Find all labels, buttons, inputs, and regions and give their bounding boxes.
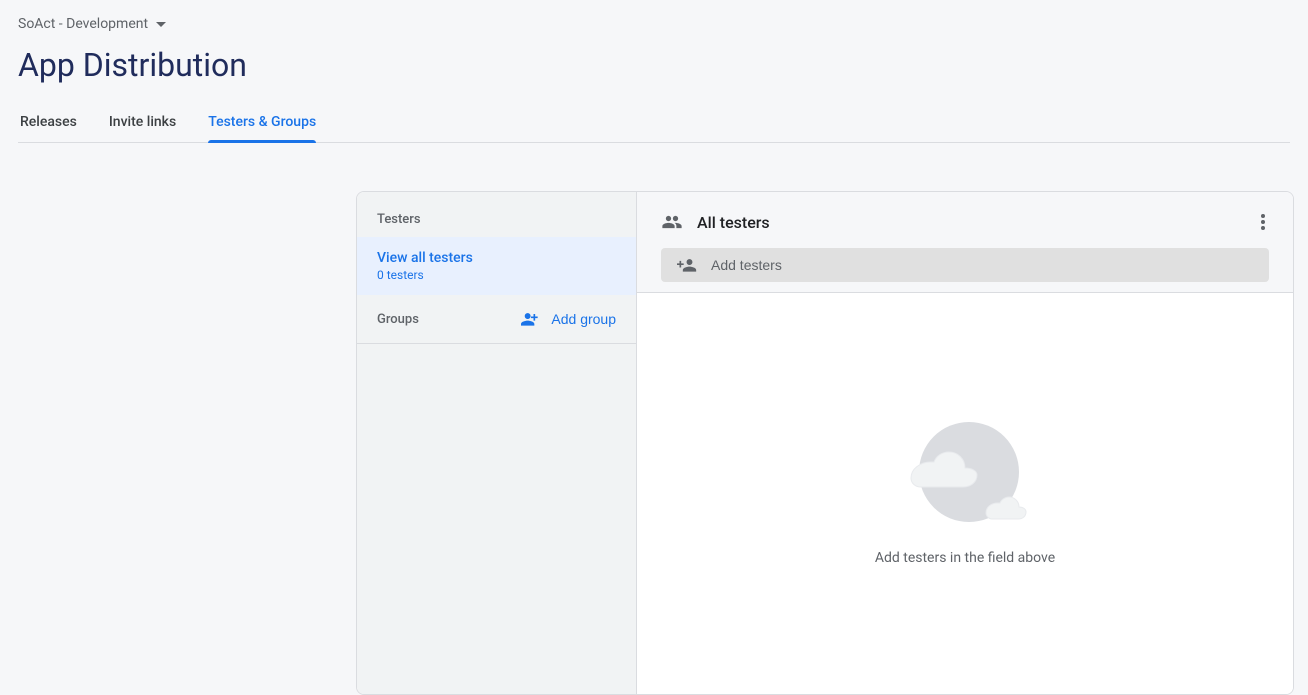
page-title: App Distribution — [18, 46, 1290, 84]
cloud-icon — [983, 494, 1027, 520]
tab-invite-links[interactable]: Invite links — [109, 104, 176, 142]
sidebar-item-subtitle: 0 testers — [377, 268, 616, 282]
project-name: SoAct - Development — [18, 16, 148, 32]
add-group-button[interactable]: Add group — [521, 311, 616, 327]
main-header: All testers — [637, 192, 1293, 248]
tabs: Releases Invite links Testers & Groups — [18, 104, 1290, 143]
sidebar-item-view-all-testers[interactable]: View all testers 0 testers — [357, 237, 636, 295]
add-group-label: Add group — [551, 311, 616, 327]
person-add-icon — [677, 258, 697, 272]
project-selector[interactable]: SoAct - Development — [18, 12, 166, 36]
empty-state-text: Add testers in the field above — [875, 550, 1055, 566]
add-testers-input[interactable] — [711, 257, 1253, 273]
sidebar: Testers View all testers 0 testers Group… — [357, 192, 637, 694]
sidebar-header-groups: Groups — [377, 312, 419, 327]
more-options-button[interactable] — [1257, 210, 1269, 234]
sidebar-header-testers: Testers — [357, 192, 636, 237]
tab-testers-groups[interactable]: Testers & Groups — [208, 104, 316, 142]
sidebar-groups-row: Groups Add group — [357, 295, 636, 344]
tab-releases[interactable]: Releases — [20, 104, 77, 142]
empty-state: Add testers in the field above — [637, 292, 1293, 694]
main-area: All testers — [637, 192, 1293, 694]
add-testers-input-wrapper[interactable] — [661, 248, 1269, 282]
main-title: All testers — [697, 213, 770, 232]
cloud-icon — [907, 448, 979, 488]
more-vert-icon — [1261, 214, 1265, 230]
dropdown-arrow-icon — [156, 22, 166, 27]
testers-panel: Testers View all testers 0 testers Group… — [356, 191, 1294, 695]
empty-illustration — [907, 422, 1023, 522]
group-icon — [661, 215, 683, 229]
group-add-icon — [521, 312, 541, 326]
sidebar-item-title: View all testers — [377, 250, 616, 266]
